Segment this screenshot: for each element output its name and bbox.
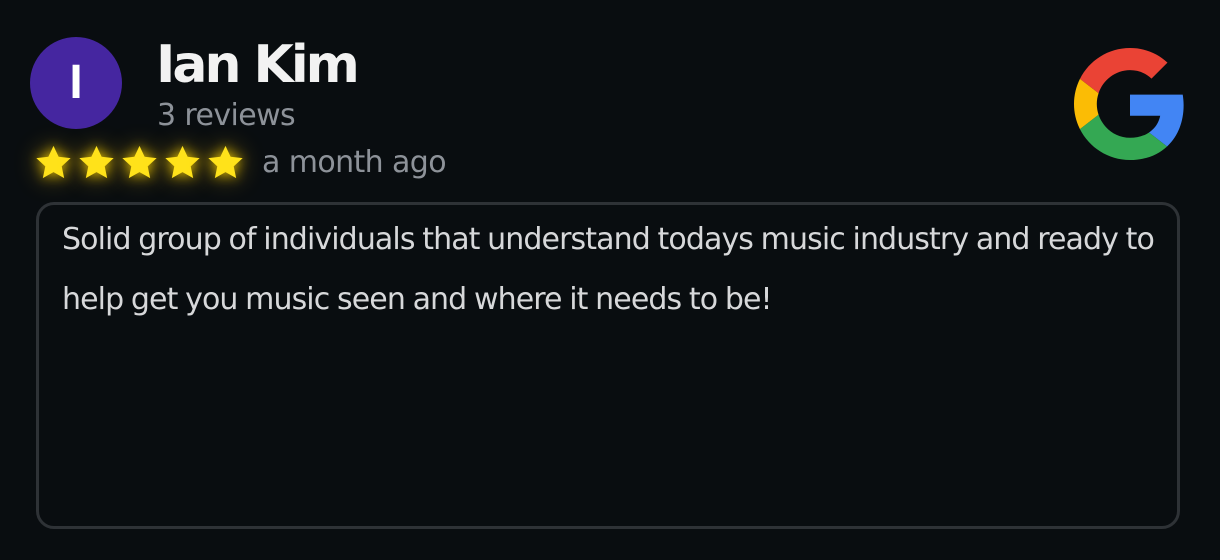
star-icon xyxy=(79,145,114,179)
avatar-initial: I xyxy=(69,56,83,109)
reviews-count: 3 reviews xyxy=(157,98,296,133)
star-icon xyxy=(208,145,243,179)
review-text: Solid group of individuals that understa… xyxy=(62,222,1155,317)
avatar: I xyxy=(30,37,122,129)
reviewer-name: Ian Kim xyxy=(156,35,360,95)
review-card: I Ian Kim 3 reviews a month ago Solid gr… xyxy=(0,0,1220,560)
star-icon xyxy=(122,145,157,179)
star-rating xyxy=(32,142,247,184)
google-g-icon xyxy=(1074,48,1184,160)
review-time: a month ago xyxy=(262,145,447,180)
star-icon xyxy=(36,145,71,179)
star-icon xyxy=(165,145,200,179)
